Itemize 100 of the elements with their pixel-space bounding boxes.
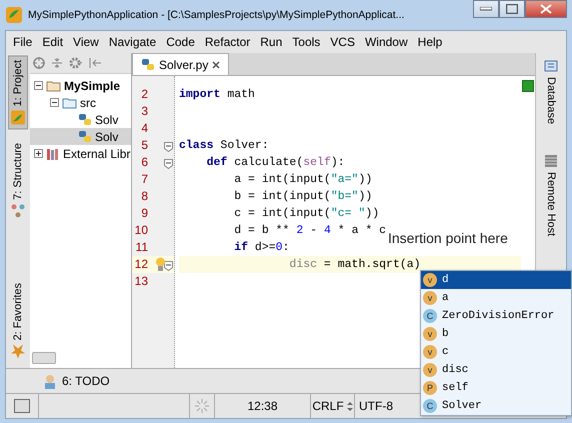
tree-item-label: src: [80, 96, 96, 110]
progress-spinner-icon: [195, 399, 209, 413]
menu-item[interactable]: VCS: [325, 35, 360, 49]
line-number: 13: [134, 273, 148, 290]
completion-item[interactable]: P self: [421, 379, 571, 397]
fold-icon[interactable]: [164, 261, 173, 271]
window-title: MySimplePythonApplication - [C:\SamplesProjects\py\MySimplePythonApplicat...: [28, 9, 406, 21]
app-logo-icon: [11, 110, 25, 124]
tree-item[interactable]: Solv: [30, 111, 131, 128]
scrollbar-thumb[interactable]: [32, 352, 56, 364]
tool-window-tab[interactable]: Database: [542, 55, 560, 128]
symbol-kind-icon: C: [423, 309, 437, 323]
expand-icon[interactable]: [34, 149, 43, 158]
tool-window-tab[interactable]: 2: Favorites: [9, 278, 27, 362]
tree-item-label: External Libr: [63, 146, 130, 160]
collapse-all-icon[interactable]: [51, 57, 63, 69]
python-file-icon: [78, 130, 92, 144]
line-number: 8: [140, 188, 148, 205]
symbol-kind-icon: v: [423, 273, 437, 287]
completion-item[interactable]: v b: [421, 325, 571, 343]
collapse-icon[interactable]: [50, 98, 59, 107]
line-number: 9: [140, 205, 148, 222]
code-line: if d>=0:: [233, 241, 290, 254]
menu-item[interactable]: Refactor: [200, 35, 256, 49]
tool-window-tab[interactable]: 7: Structure: [9, 139, 27, 222]
menu-item[interactable]: Edit: [37, 35, 68, 49]
code-line: class Solver:: [179, 139, 269, 152]
symbol-kind-icon: C: [423, 399, 437, 413]
person-icon: [42, 373, 58, 389]
maximize-icon: [506, 4, 518, 14]
close-button[interactable]: [525, 0, 567, 18]
line-number: 12: [134, 256, 148, 273]
tool-window-tab[interactable]: Remote Host: [542, 150, 560, 240]
todo-tab[interactable]: 6: TODO: [36, 372, 116, 390]
line-number: 4: [140, 120, 148, 137]
menu-item[interactable]: Tools: [287, 35, 326, 49]
code-line: disc = math.sqrt(a): [288, 258, 421, 271]
tree-item[interactable]: Solv: [30, 128, 131, 145]
close-icon[interactable]: [212, 60, 220, 68]
code-line: a = int(input("a=")): [233, 173, 372, 186]
tree-item[interactable]: src: [30, 94, 131, 111]
menu-item[interactable]: Code: [161, 35, 200, 49]
close-icon: [540, 4, 552, 14]
line-number: 6: [140, 154, 148, 171]
editor-tab[interactable]: Solver.py: [132, 53, 230, 75]
code-line: def calculate(self):: [206, 156, 345, 169]
annotation-text: Insertion point here: [388, 230, 508, 246]
menu-item[interactable]: Run: [255, 35, 288, 49]
tree-item-label: Solv: [95, 112, 118, 126]
menu-item[interactable]: View: [68, 35, 104, 49]
line-number: 10: [134, 222, 148, 239]
status-ok-icon: [522, 80, 534, 92]
collapse-icon[interactable]: [34, 81, 43, 90]
completion-item[interactable]: v c: [421, 343, 571, 361]
maximize-button[interactable]: [499, 0, 525, 18]
tool-window-tab[interactable]: 1: Project: [8, 55, 28, 130]
menu-item[interactable]: Window: [360, 35, 413, 49]
line-number: 11: [134, 239, 148, 256]
code-line: c = int(input("c= ")): [233, 207, 380, 220]
tree-item[interactable]: MySimple: [30, 77, 131, 94]
database-icon: [544, 59, 558, 73]
symbol-kind-icon: v: [423, 363, 437, 377]
structure-icon: [11, 204, 25, 218]
code-line: d = b ** 2 - 4 * a * c: [233, 224, 386, 237]
symbol-kind-icon: v: [423, 345, 437, 359]
app-logo-icon: [5, 6, 23, 24]
completion-item[interactable]: v d: [421, 271, 571, 289]
code-line: import math: [179, 88, 255, 101]
tree-item-label: MySimple: [64, 78, 120, 92]
completion-item[interactable]: C ZeroDivisionError: [421, 307, 571, 325]
line-number: 5: [140, 137, 148, 154]
server-icon: [544, 154, 558, 168]
completion-item[interactable]: v a: [421, 289, 571, 307]
line-number: 2: [140, 86, 148, 103]
target-icon[interactable]: [33, 57, 45, 69]
folder-icon: [62, 96, 77, 108]
symbol-kind-icon: v: [423, 291, 437, 305]
caret-position[interactable]: 12:38: [215, 394, 311, 418]
line-number: 3: [140, 103, 148, 120]
tree-item[interactable]: External Libr: [30, 145, 131, 162]
menu-item[interactable]: Navigate: [104, 35, 162, 49]
encoding-selector[interactable]: UTF-8: [355, 394, 415, 418]
library-icon: [46, 148, 60, 160]
lightbulb-icon[interactable]: [155, 257, 166, 272]
fold-icon[interactable]: [164, 142, 173, 152]
fold-icon[interactable]: [164, 159, 173, 169]
menu-item[interactable]: File: [8, 35, 38, 49]
folder-icon: [46, 80, 61, 92]
symbol-kind-icon: v: [423, 327, 437, 341]
completion-item[interactable]: v disc: [421, 361, 571, 379]
completion-item[interactable]: C Solver: [421, 397, 571, 415]
star-icon: [11, 344, 25, 358]
menu-item[interactable]: Help: [412, 35, 448, 49]
minimize-button[interactable]: [473, 0, 499, 18]
panel-toggle-icon[interactable]: [14, 399, 30, 413]
symbol-kind-icon: P: [423, 381, 437, 395]
line-separator-label: CRLF: [312, 399, 344, 413]
tree-item-label: Solv: [95, 130, 118, 144]
python-file-icon: [141, 58, 155, 72]
python-file-icon: [78, 112, 92, 126]
